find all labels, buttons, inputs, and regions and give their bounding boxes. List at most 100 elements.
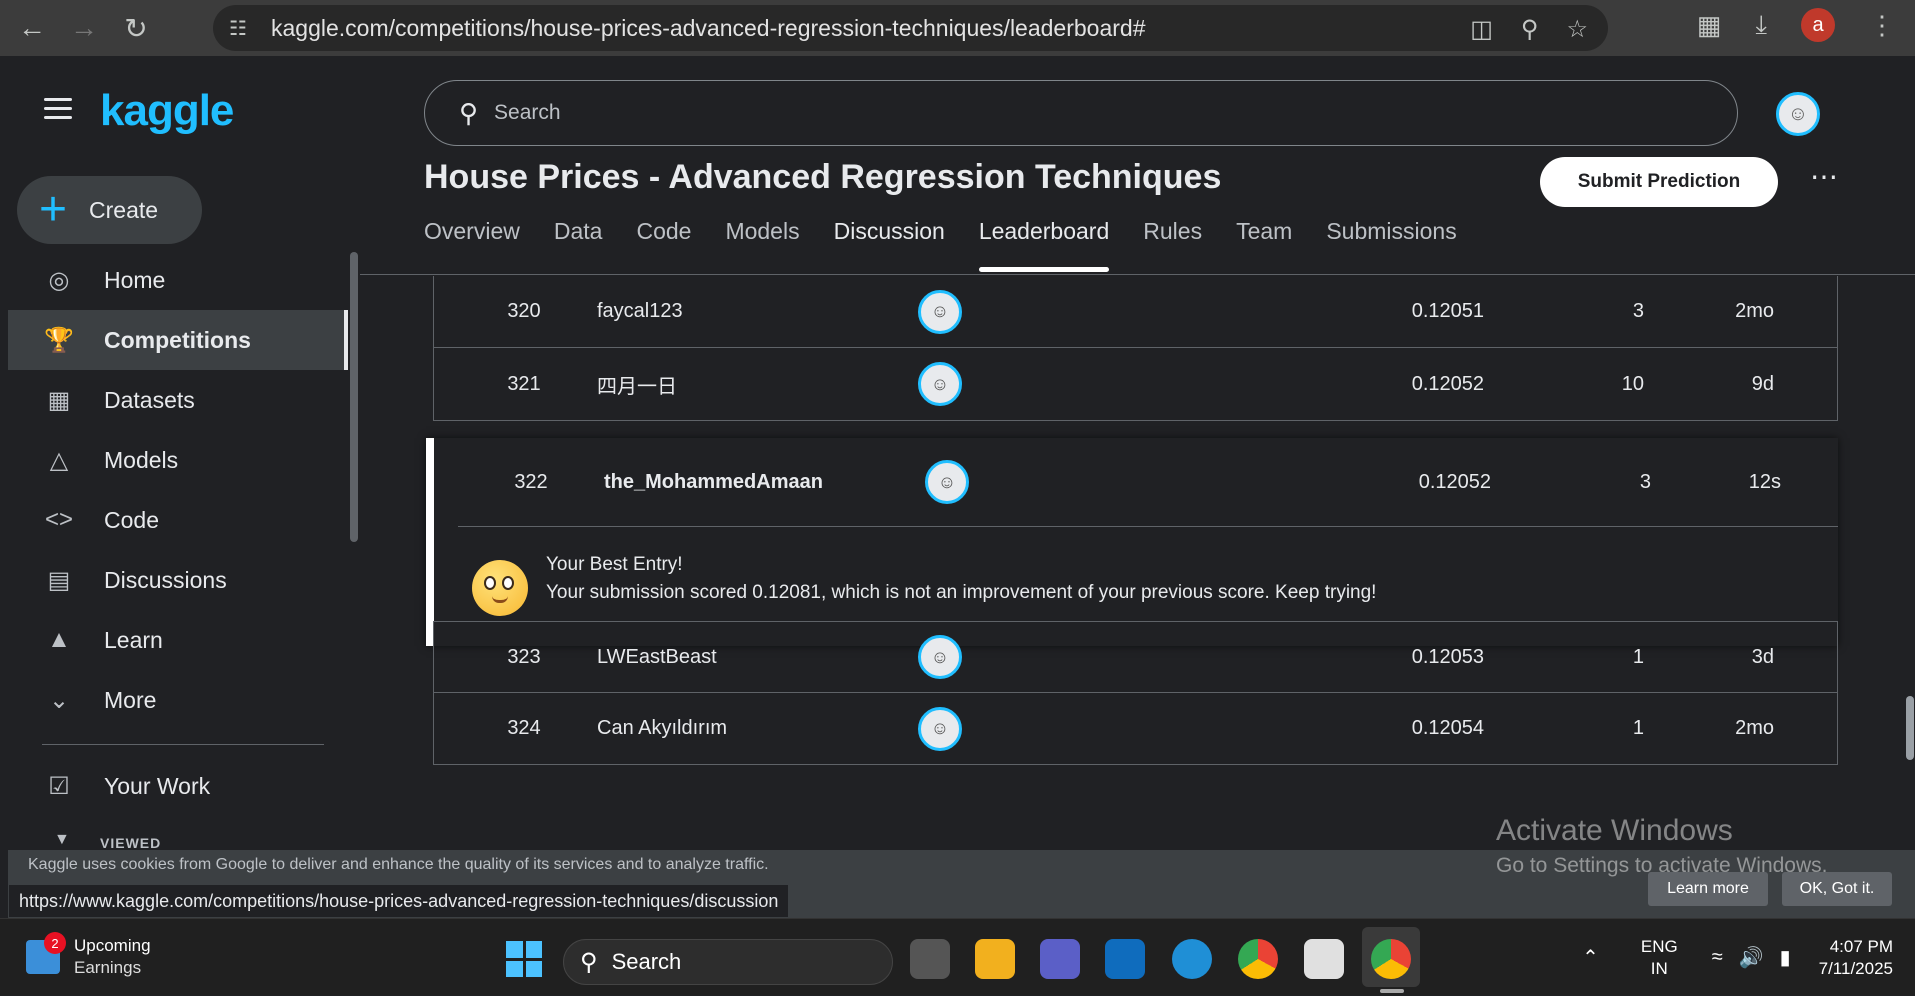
profile-avatar[interactable]: a: [1801, 8, 1835, 42]
my-table-row[interactable]: 322 the_MohammedAmaan ☺ 0.12052 3 12s: [434, 438, 1838, 526]
taskbar-search[interactable]: ⚲ Search: [563, 939, 893, 985]
table-row[interactable]: 320 faycal123 ☺ 0.12051 3 2mo: [433, 276, 1838, 348]
downloads-icon[interactable]: ⤓: [1756, 9, 1768, 41]
store-icon[interactable]: [1304, 939, 1344, 979]
outlook-icon[interactable]: [1105, 939, 1145, 979]
sidebar-item-your-work[interactable]: ☑ Your Work: [8, 756, 348, 816]
submit-prediction-button[interactable]: Submit Prediction: [1540, 157, 1778, 207]
plus-icon: +: [39, 183, 68, 236]
widget-title: Upcoming: [74, 936, 151, 955]
install-app-icon[interactable]: ◫: [1470, 15, 1493, 44]
tab-overview[interactable]: Overview: [424, 216, 520, 272]
bookmark-star-icon[interactable]: ☆: [1566, 15, 1588, 44]
wifi-icon[interactable]: ≈: [1712, 946, 1723, 969]
tab-leaderboard[interactable]: Leaderboard: [978, 216, 1110, 272]
entries-cell: 3: [1632, 300, 1644, 322]
rank-cell: 323: [507, 645, 541, 668]
tab-discussion[interactable]: Discussion: [834, 216, 945, 272]
user-avatar[interactable]: ☺: [1776, 92, 1820, 136]
sidebar-item-label: Models: [104, 446, 179, 473]
sidebar-divider: [42, 744, 324, 745]
tab-submissions[interactable]: Submissions: [1326, 216, 1456, 272]
member-avatar[interactable]: ☺: [925, 460, 969, 504]
sidebar-item-models[interactable]: △ Models: [8, 430, 348, 490]
sidebar-item-datasets[interactable]: ▦ Datasets: [8, 370, 348, 430]
news-widget[interactable]: 2 Upcoming Earnings: [26, 932, 151, 979]
table-row[interactable]: 323 LWEastBeast ☺ 0.12053 1 3d: [433, 621, 1838, 693]
search-bar[interactable]: ⚲: [424, 80, 1738, 146]
team-name[interactable]: LWEastBeast: [597, 646, 717, 669]
tab-data[interactable]: Data: [554, 216, 603, 272]
chevron-down-icon[interactable]: ▼: [54, 831, 70, 849]
more-options-icon[interactable]: ⋯: [1810, 160, 1838, 193]
sidebar-scrollbar[interactable]: [350, 252, 358, 542]
chevron-up-icon[interactable]: ⌃: [1582, 945, 1599, 970]
discussion-icon: ▤: [47, 566, 71, 594]
tab-code[interactable]: Code: [636, 216, 691, 272]
sidebar-item-more[interactable]: ⌄ More: [8, 670, 348, 730]
widget-subtitle: Earnings: [74, 958, 142, 977]
hamburger-menu-icon[interactable]: [44, 98, 72, 120]
battery-icon[interactable]: ▮: [1780, 945, 1791, 970]
tab-team[interactable]: Team: [1236, 216, 1292, 272]
reload-icon[interactable]: ↻: [116, 8, 156, 48]
chrome-menu-icon[interactable]: ⋮: [1869, 10, 1895, 41]
chrome-profile-icon[interactable]: [1371, 939, 1411, 979]
sidebar-item-competitions[interactable]: 🏆 Competitions: [8, 310, 348, 370]
tab-models[interactable]: Models: [725, 216, 799, 272]
create-label: Create: [89, 196, 159, 223]
create-button[interactable]: + Create: [17, 176, 202, 244]
member-avatar[interactable]: ☺: [918, 635, 962, 679]
table-row[interactable]: 321 四月一日 ☺ 0.12052 10 9d: [433, 348, 1838, 421]
language-indicator[interactable]: ENG IN: [1641, 936, 1678, 980]
tab-rules[interactable]: Rules: [1143, 216, 1202, 272]
sidebar-item-home[interactable]: ◎ Home: [8, 250, 348, 310]
member-avatar[interactable]: ☺: [918, 706, 962, 751]
file-explorer-icon[interactable]: [975, 939, 1015, 979]
sidebar-item-label: Discussions: [104, 566, 227, 593]
start-button[interactable]: [506, 941, 542, 977]
last-cell: 12s: [1748, 470, 1781, 493]
sidebar-item-label: Code: [104, 506, 159, 533]
clock[interactable]: 4:07 PM 7/11/2025: [1819, 936, 1893, 980]
volume-icon[interactable]: 🔊: [1739, 945, 1764, 970]
team-name[interactable]: Can Akyıldırım: [597, 717, 727, 740]
team-name[interactable]: 四月一日: [597, 370, 677, 399]
sidebar-item-discussions[interactable]: ▤ Discussions: [8, 550, 348, 610]
forward-icon[interactable]: →: [64, 8, 104, 48]
site-settings-icon[interactable]: ☷: [229, 16, 259, 41]
rank-cell: 320: [507, 300, 541, 322]
team-name[interactable]: the_MohammedAmaan: [604, 471, 823, 494]
score-cell: 0.12052: [1418, 470, 1491, 493]
back-icon[interactable]: ←: [12, 8, 52, 48]
compass-icon: ◎: [48, 266, 70, 294]
task-view-icon[interactable]: [910, 939, 950, 979]
member-avatar[interactable]: ☺: [918, 362, 962, 406]
teams-icon[interactable]: [1040, 939, 1080, 979]
sidebar-item-learn[interactable]: ▲ Learn: [8, 610, 348, 670]
edge-icon[interactable]: [1172, 939, 1212, 979]
sidebar-item-label: Competitions: [104, 326, 251, 353]
page-scrollbar[interactable]: [1906, 696, 1914, 760]
code-icon: <>: [44, 506, 74, 533]
last-cell: 2mo: [1735, 717, 1774, 739]
best-entry-title: Your Best Entry!: [546, 554, 683, 575]
address-bar[interactable]: ☷ kaggle.com/competitions/house-prices-a…: [213, 5, 1608, 51]
score-cell: 0.12053: [1411, 645, 1484, 668]
sidebar-menu: ◎ Home 🏆 Competitions ▦ Datasets △ Models <>…: [8, 250, 348, 730]
search-input[interactable]: [494, 101, 1095, 125]
zoom-icon[interactable]: ⚲: [1521, 15, 1539, 44]
sidebar-item-code[interactable]: <> Code: [8, 490, 348, 550]
address-url[interactable]: kaggle.com/competitions/house-prices-adv…: [271, 15, 1146, 42]
team-name[interactable]: faycal123: [597, 300, 683, 323]
entries-cell: 10: [1621, 372, 1644, 395]
chrome-icon[interactable]: [1238, 939, 1278, 979]
card-divider: [458, 526, 1838, 527]
kaggle-logo[interactable]: kaggle: [100, 86, 234, 136]
language-code: ENG: [1640, 936, 1678, 956]
best-entry-message: Your submission scored 0.12081, which is…: [546, 582, 1377, 603]
member-avatar[interactable]: ☺: [918, 289, 962, 334]
extensions-icon[interactable]: ▦: [1697, 10, 1722, 41]
table-row[interactable]: 324 Can Akyıldırım ☺ 0.12054 1 2mo: [433, 693, 1838, 765]
browser-toolbar: ← → ↻ ☷ kaggle.com/competitions/house-pr…: [0, 0, 1915, 56]
